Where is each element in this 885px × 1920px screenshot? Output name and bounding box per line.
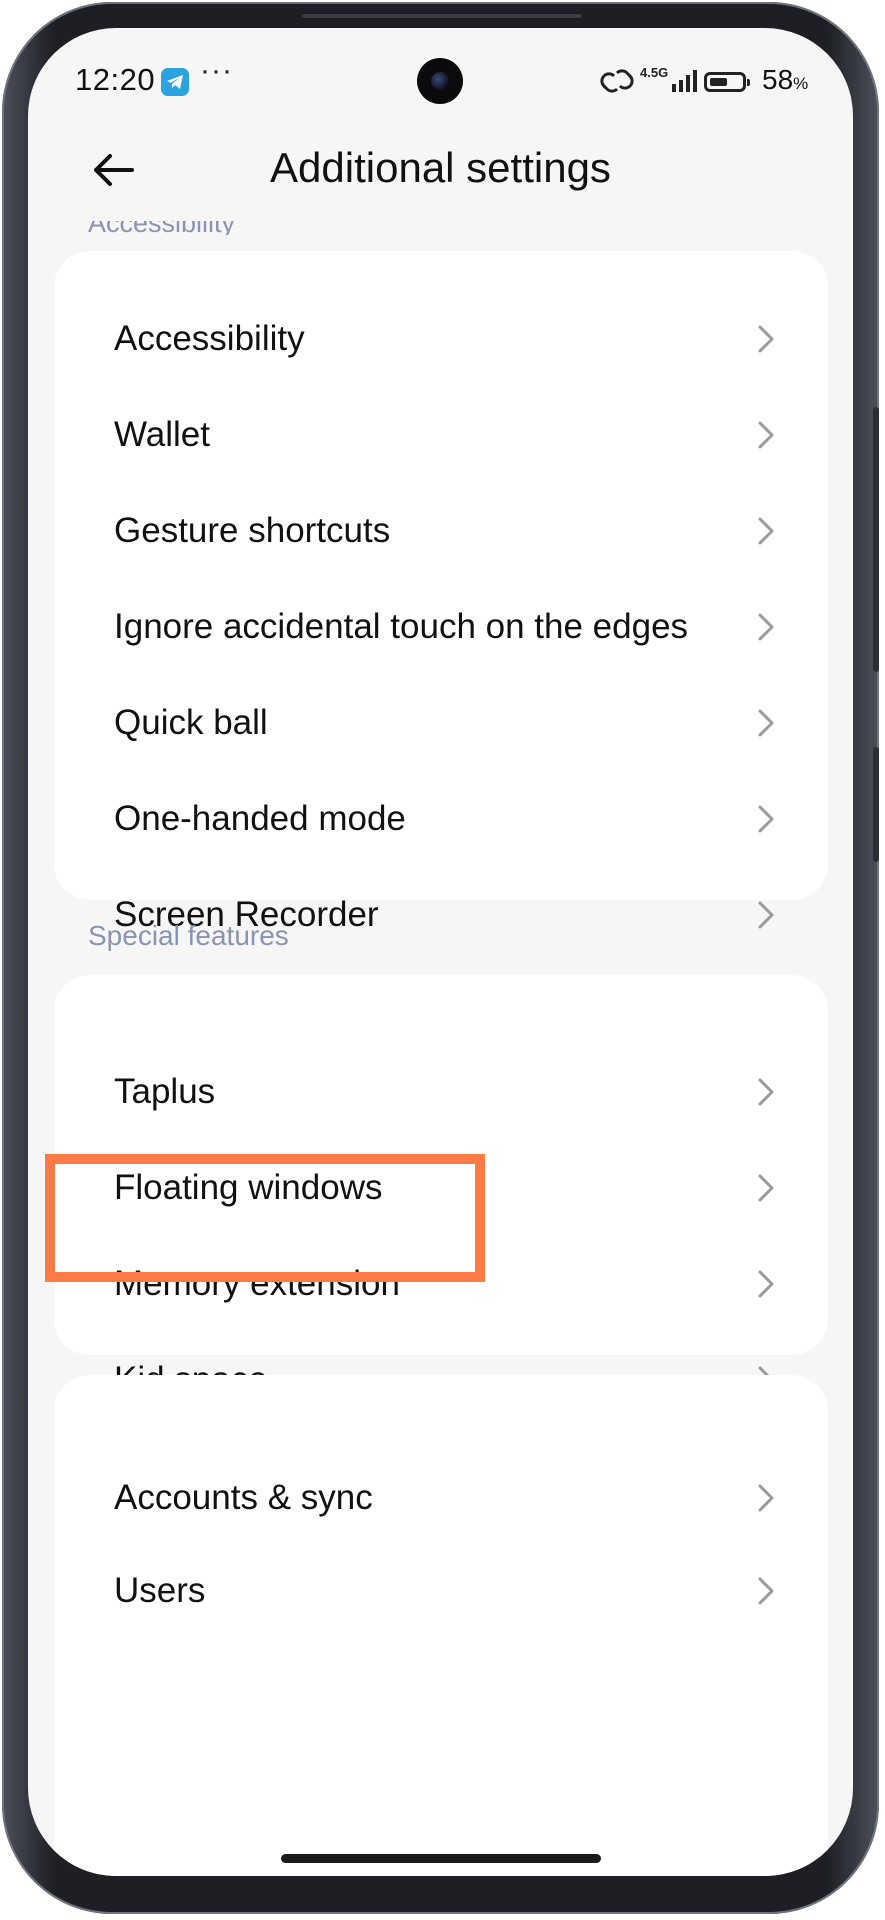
battery-unit: % [793,74,809,93]
battery-fill [710,78,727,86]
telegram-icon [161,68,189,96]
home-indicator[interactable] [281,1854,601,1863]
chevron-right-icon [758,1174,774,1202]
chevron-right-icon [758,1577,774,1605]
status-time: 12:20 [75,62,156,97]
settings-row-label: Quick ball [114,703,268,742]
chevron-right-icon [758,805,774,833]
highlight-annotation [45,1154,485,1282]
chevron-right-icon [758,613,774,641]
earpiece [302,14,582,18]
phone-frame: 12:20 ··· 4.5G 58% Additional settings A… [2,2,879,1914]
chevron-right-icon [758,1484,774,1512]
chevron-right-icon [758,517,774,545]
section-heading-special-features: Special features [88,920,289,951]
settings-row-label: Gesture shortcuts [114,511,391,550]
settings-group-accounts: Accounts & sync Users [54,1375,828,1876]
front-camera [417,58,463,104]
page-title: Additional settings [270,144,611,191]
screen: 12:20 ··· 4.5G 58% Additional settings A… [28,28,853,1876]
chevron-right-icon [758,325,774,353]
chevron-right-icon [758,1270,774,1298]
more-notifications-icon: ··· [200,54,233,87]
network-type-label: 4.5G [640,65,669,80]
settings-group-1: Accessibility Wallet Gesture shortcuts Igno… [54,251,828,934]
battery-nub [747,79,750,86]
chevron-right-icon [758,901,774,929]
settings-row-label: Taplus [114,1072,216,1111]
status-bar: 12:20 ··· 4.5G 58% [28,28,853,138]
battery-icon [704,72,750,92]
settings-row-label: Wallet [114,415,210,454]
settings-row-label: Users [114,1571,206,1610]
settings-row-users[interactable]: Users [54,1532,828,1650]
signal-icon [672,70,697,92]
settings-row-label: Accounts & sync [114,1478,373,1517]
chevron-right-icon [758,1078,774,1106]
settings-row-label: Ignore accidental touch on the edges [114,607,689,646]
chevron-right-icon [758,709,774,737]
settings-row-screen-recorder[interactable]: Screen Recorder [54,856,828,974]
settings-row-label: Accessibility [114,319,305,358]
link-icon [600,69,634,93]
volume-button [873,407,879,672]
settings-row-label: One-handed mode [114,799,406,838]
battery-value: 58 [762,64,794,95]
battery-percentage: 58% [762,64,808,96]
section-heading-accessibility: Accessibility [88,221,235,235]
chevron-right-icon [758,421,774,449]
power-button [873,747,879,862]
